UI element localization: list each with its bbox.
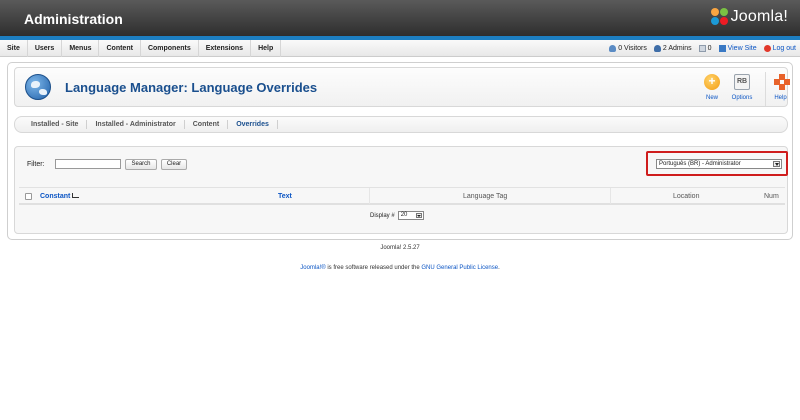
admins-status: 2 Admins <box>653 45 692 52</box>
chevron-down-icon <box>773 161 780 167</box>
tab-installed-administrator[interactable]: Installed - Administrator <box>87 120 185 129</box>
license-end: . <box>498 265 500 271</box>
joomla-logo[interactable]: Joomla! <box>710 8 788 26</box>
footer-license: Joomla!® is free software released under… <box>0 265 800 271</box>
overrides-content: Filter: Search Clear Português (BR) - Ad… <box>14 146 788 234</box>
menu-menus[interactable]: Menus <box>62 40 100 57</box>
sub-navigation: Installed - Site Installed - Administrat… <box>14 116 788 133</box>
messages-count: 0 <box>707 45 712 52</box>
column-separator <box>610 188 611 204</box>
messages-status[interactable]: 0 <box>698 45 712 52</box>
visitors-count: 0 Visitors <box>618 45 647 52</box>
display-count-select[interactable]: 20 <box>397 211 424 220</box>
plus-icon: + <box>704 74 720 90</box>
logout-link[interactable]: Log out <box>763 45 796 52</box>
display-count-label: Display # <box>370 212 395 219</box>
display-count-value: 20 <box>400 212 408 218</box>
column-constant-label: Constant <box>40 193 71 200</box>
options-button[interactable]: RB Options <box>727 72 757 106</box>
joomla-link[interactable]: Joomla!® <box>300 265 325 271</box>
help-icon <box>774 74 790 90</box>
filter-input[interactable] <box>55 159 121 169</box>
logout-icon <box>763 45 771 52</box>
tab-overrides[interactable]: Overrides <box>228 120 278 129</box>
admins-icon <box>653 45 661 52</box>
column-text[interactable]: Text <box>278 193 292 200</box>
visitors-icon <box>609 45 617 52</box>
clear-button[interactable]: Clear <box>161 159 187 170</box>
language-select-value: Português (BR) - Administrator <box>659 161 741 167</box>
table-header: Constant Text Language Tag Location Num <box>19 187 785 205</box>
check-all-checkbox[interactable] <box>25 193 32 200</box>
admins-count: 2 Admins <box>662 45 692 52</box>
messages-icon <box>698 45 706 52</box>
joomla-logo-icon <box>710 8 729 26</box>
chevron-down-icon <box>415 213 422 218</box>
menu-content[interactable]: Content <box>99 40 141 57</box>
view-site-label: View Site <box>727 45 757 52</box>
tab-content[interactable]: Content <box>185 120 229 129</box>
page-title: Language Manager: Language Overrides <box>65 80 318 95</box>
filter-label: Filter: <box>27 161 45 168</box>
main-panel: Language Manager: Language Overrides + N… <box>7 62 793 240</box>
language-select[interactable]: Português (BR) - Administrator <box>656 159 782 169</box>
column-language-tag: Language Tag <box>463 193 508 200</box>
new-button[interactable]: + New <box>697 72 727 106</box>
help-button[interactable]: Help <box>765 72 795 106</box>
menu-bar: Site Users Menus Content Components Exte… <box>0 40 800 57</box>
column-num: Num <box>764 193 779 200</box>
top-bar: Administration Joomla! <box>0 0 800 36</box>
footer-version: Joomla! 2.5.27 <box>380 245 420 251</box>
gpl-link[interactable]: GNU General Public License <box>421 265 498 271</box>
menu-users[interactable]: Users <box>28 40 63 57</box>
column-separator <box>369 188 370 204</box>
sort-icon <box>72 193 80 198</box>
menu-extensions[interactable]: Extensions <box>199 40 252 57</box>
page-header: Language Manager: Language Overrides + N… <box>14 67 790 107</box>
tab-installed-site[interactable]: Installed - Site <box>23 120 88 129</box>
monitor-icon <box>718 45 726 52</box>
column-location: Location <box>673 193 700 200</box>
options-button-label: Options <box>731 95 753 101</box>
options-icon: RB <box>734 74 750 90</box>
menu-site[interactable]: Site <box>0 40 28 57</box>
language-select-highlight: Português (BR) - Administrator <box>646 151 788 176</box>
joomla-logo-text: Joomla! <box>730 8 788 25</box>
help-button-label: Help <box>774 95 787 101</box>
menu-components[interactable]: Components <box>141 40 199 57</box>
app-title: Administration <box>24 11 123 27</box>
column-constant[interactable]: Constant <box>40 193 80 200</box>
search-button[interactable]: Search <box>125 159 157 170</box>
status-bar: 0 Visitors 2 Admins 0 View Site Log out <box>602 40 796 57</box>
logout-label: Log out <box>772 45 796 52</box>
visitors-status: 0 Visitors <box>609 45 647 52</box>
menu-help[interactable]: Help <box>251 40 282 57</box>
license-text: is free software released under the <box>325 265 422 271</box>
new-button-label: New <box>705 95 718 101</box>
view-site-link[interactable]: View Site <box>718 45 757 52</box>
pagination: Display # 20 <box>370 211 424 220</box>
globe-icon <box>25 74 51 100</box>
